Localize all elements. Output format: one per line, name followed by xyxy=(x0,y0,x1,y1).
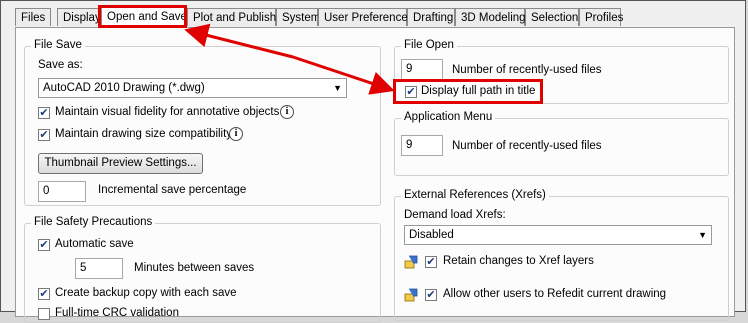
options-dialog: Files Display Open and Save Plot and Pub… xyxy=(0,0,746,323)
annotation-arrow xyxy=(184,23,395,95)
